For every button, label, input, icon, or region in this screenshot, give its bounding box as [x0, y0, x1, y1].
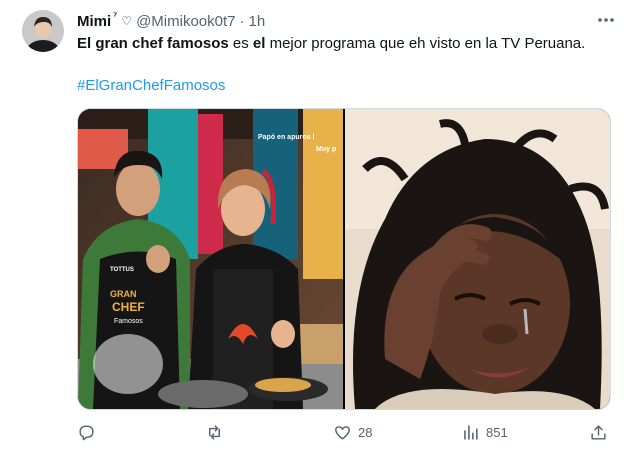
name-heart-emoji: ♡ [121, 14, 133, 28]
apron-logo-2: GRAN [110, 289, 137, 299]
reply-button[interactable] [77, 420, 102, 444]
apron-logo-3: CHEF [112, 300, 145, 314]
name-suffix: ⁷ [113, 10, 118, 22]
tweet-text-bold-1: El gran chef famosos [77, 35, 229, 52]
retweet-icon [209, 424, 220, 440]
timestamp[interactable]: 1h [249, 13, 266, 30]
apron-logo-4: Famosos [114, 318, 143, 325]
user-handle[interactable]: @Mimikook0t7 [136, 13, 235, 30]
display-name[interactable]: Mimi [77, 13, 111, 30]
tweet-actions: 28 851 [77, 420, 617, 444]
like-count: 28 [358, 424, 373, 440]
share-icon [591, 424, 606, 440]
media-grid[interactable]: Papó en apuros l Muy p TOTTUS GRAN CHEF … [77, 108, 611, 410]
retweet-button[interactable] [205, 420, 230, 444]
like-button[interactable]: 28 [333, 420, 372, 444]
tweet-text-bold-2: el [252, 35, 266, 52]
views-icon [464, 424, 478, 440]
views-count: 851 [486, 424, 508, 440]
apron-logo-1: TOTTUS [110, 267, 134, 273]
separator-dot: · [239, 12, 245, 30]
avatar-image [22, 10, 64, 52]
overlay-text-1: Papó en apuros l [258, 134, 314, 141]
crying-face-photo[interactable] [345, 109, 610, 409]
tweet[interactable]: Mimi ⁷ ♡ @Mimikook0t7 · 1h El gran chef … [0, 0, 640, 454]
overlay-text-2: Muy p [316, 146, 336, 153]
hashtag-link[interactable]: #ElGranChefFamosos [77, 77, 225, 94]
share-button[interactable] [589, 420, 608, 444]
tweet-text-plain-2: mejor programa que eh visto en la TV Per… [265, 35, 586, 52]
heart-icon [335, 425, 350, 440]
tweet-header: Mimi ⁷ ♡ @Mimikook0t7 · 1h [77, 11, 265, 31]
cooking-show-photo[interactable]: Papó en apuros l Muy p TOTTUS GRAN CHEF … [78, 109, 343, 409]
avatar[interactable] [22, 10, 64, 52]
views-button[interactable]: 851 [461, 420, 508, 444]
more-icon[interactable] [596, 10, 616, 35]
reply-icon [79, 424, 94, 440]
tweet-text: El gran chef famosos es el mejor program… [77, 34, 617, 54]
tweet-text-plain-1: es [228, 35, 253, 52]
